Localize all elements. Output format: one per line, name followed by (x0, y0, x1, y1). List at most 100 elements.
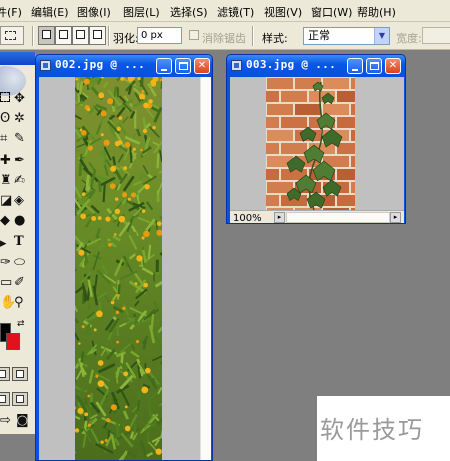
menu-filter[interactable]: 滤镜(T) (217, 4, 254, 20)
background-color-swatch[interactable] (6, 333, 20, 350)
minimize-button[interactable] (347, 58, 363, 74)
canvas-area[interactable] (230, 77, 404, 210)
notes-tool-icon[interactable]: ▭ (0, 276, 12, 290)
flower-field-image (75, 77, 162, 460)
watermark: 软件技巧 (320, 416, 424, 444)
screen-mode-button[interactable] (0, 392, 10, 406)
document-title: 003.jpg @ ... (246, 58, 336, 71)
horizontal-scrollbar[interactable] (286, 212, 390, 223)
fullscreen-mode-button[interactable] (12, 392, 28, 406)
subtract-selection-button[interactable] (72, 26, 89, 45)
jump-to-imageready-icon[interactable]: ⇨ (0, 414, 11, 428)
quickmask-mode-icon (16, 370, 24, 378)
scroll-right-icon[interactable]: ▸ (390, 212, 401, 223)
feather-input[interactable]: 0 px (137, 27, 182, 44)
swap-colors-icon[interactable]: ⇄ (17, 317, 25, 331)
maximize-icon (179, 62, 188, 70)
move-tool-icon[interactable]: ✥ (14, 92, 25, 106)
toolbox-handle[interactable] (0, 52, 35, 65)
intersect-selection-icon (93, 30, 102, 39)
chevron-down-icon: ▼ (374, 28, 389, 44)
marquee-tool-icon[interactable] (0, 92, 10, 102)
canvas-area[interactable] (39, 77, 200, 460)
flower-field-drawing (75, 77, 162, 460)
healing-brush-icon[interactable]: ✚ (0, 154, 11, 168)
crop-tool-icon[interactable]: ⌗ (0, 132, 7, 146)
stamp-tool-icon[interactable]: ♜ (0, 174, 12, 188)
brush-tool-icon[interactable]: ✒ (14, 154, 25, 168)
close-button[interactable]: ✕ (194, 58, 210, 74)
menu-view[interactable]: 视图(V) (264, 4, 302, 20)
standard-mode-icon (0, 370, 6, 378)
menu-layer[interactable]: 图层(L) (123, 4, 160, 20)
antialias-label: 消除锯齿 (202, 32, 246, 45)
document-icon (40, 60, 51, 71)
menu-window[interactable]: 窗口(W) (311, 4, 352, 20)
dodge-tool-icon[interactable]: ● (14, 214, 25, 228)
minimize-icon (352, 69, 358, 71)
slice-tool-icon[interactable]: ✎ (14, 132, 25, 146)
menu-image[interactable]: 图像(I) (77, 4, 111, 20)
shape-tool-icon[interactable]: ⬭ (14, 256, 25, 270)
document-window-002[interactable]: 002.jpg @ ... ✕ (35, 54, 213, 461)
tool-preset-picker[interactable] (0, 26, 24, 45)
screen-mode-icon (0, 395, 6, 403)
style-select[interactable]: 正常 ▼ (303, 27, 390, 45)
status-menu-icon[interactable]: ▸ (274, 212, 285, 223)
subtract-selection-icon (76, 30, 85, 39)
marquee-icon (5, 31, 16, 40)
maximize-button[interactable] (366, 58, 382, 74)
minimize-icon (161, 69, 167, 71)
new-selection-button[interactable] (38, 26, 55, 45)
menu-bar: 件(F) 编辑(E) 图像(I) 图层(L) 选择(S) 滤镜(T) 视图(V)… (0, 0, 450, 22)
zoom-level: 100% (233, 213, 262, 224)
intersect-selection-button[interactable] (89, 26, 106, 45)
close-icon: ✕ (197, 60, 207, 71)
menu-select[interactable]: 选择(S) (170, 4, 208, 20)
paint-bucket-icon[interactable]: ◈ (14, 194, 24, 208)
imageready-icon[interactable]: ◙ (16, 414, 29, 428)
maximize-button[interactable] (175, 58, 191, 74)
menu-file[interactable]: 件(F) (0, 4, 22, 20)
eyedropper-icon[interactable]: ✐ (14, 276, 25, 290)
type-tool-icon[interactable]: T (14, 235, 24, 249)
document-title: 002.jpg @ ... (55, 58, 145, 71)
fullscreen-mode-icon (16, 395, 24, 403)
blur-tool-icon[interactable]: ◆ (0, 214, 10, 228)
standard-mode-button[interactable] (0, 367, 10, 381)
quickmask-mode-button[interactable] (12, 367, 28, 381)
document-icon (231, 60, 242, 71)
divider (252, 26, 254, 46)
magic-wand-icon[interactable]: ✲ (14, 112, 25, 126)
style-label: 样式: (262, 32, 288, 45)
zoom-tool-icon[interactable]: ⚲ (14, 296, 24, 310)
titlebar[interactable]: 002.jpg @ ... ✕ (36, 55, 212, 77)
divider (108, 26, 110, 46)
ivy-brick-image (266, 77, 355, 210)
titlebar[interactable]: 003.jpg @ ... ✕ (227, 55, 405, 77)
history-brush-icon[interactable]: ✍ (14, 174, 25, 188)
maximize-icon (370, 62, 379, 70)
menu-help[interactable]: 帮助(H) (357, 4, 396, 20)
ivy-brick-drawing (266, 77, 355, 210)
minimize-button[interactable] (156, 58, 172, 74)
new-selection-icon (42, 30, 51, 39)
close-button[interactable]: ✕ (385, 58, 401, 74)
eraser-tool-icon[interactable]: ◪ (0, 194, 12, 208)
document-window-003[interactable]: 003.jpg @ ... ✕ 100% ▸ ▸ (226, 54, 406, 224)
pen-tool-icon[interactable]: ✑ (0, 256, 11, 270)
divider (32, 26, 34, 46)
toolbox: ✥ ʘ ✲ ⌗ ✎ ✚ ✒ ♜ ✍ ◪ ◈ ◆ ● ▸ T ✑ ⬭ ▭ ✐ ✋ … (0, 52, 36, 434)
close-icon: ✕ (388, 60, 398, 71)
width-label: 宽度: (396, 32, 422, 45)
style-value: 正常 (308, 29, 330, 42)
status-bar: 100% ▸ ▸ (230, 210, 404, 224)
lasso-tool-icon[interactable]: ʘ (0, 112, 10, 126)
width-input[interactable] (422, 27, 450, 44)
add-selection-button[interactable] (55, 26, 72, 45)
menu-edit[interactable]: 编辑(E) (31, 4, 69, 20)
feather-label: 羽化: (113, 32, 139, 45)
path-select-icon[interactable]: ▸ (0, 237, 7, 251)
antialias-checkbox[interactable] (189, 30, 199, 40)
vertical-scrollbar[interactable] (200, 77, 211, 460)
